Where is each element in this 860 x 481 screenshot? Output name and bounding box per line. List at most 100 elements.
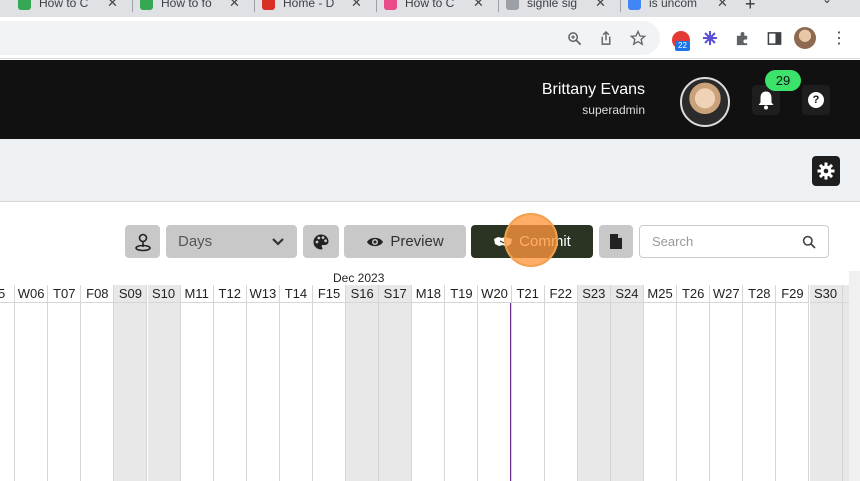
- calendar-day-column[interactable]: W13: [246, 285, 280, 481]
- calendar-day-label: 05: [0, 285, 15, 303]
- new-tab-button[interactable]: +: [745, 0, 756, 15]
- calendar-day-column[interactable]: M25: [644, 285, 678, 481]
- today-marker: [510, 303, 511, 481]
- calendar-day-label: W27: [710, 285, 743, 303]
- share-icon[interactable]: [595, 27, 617, 49]
- extensions-puzzle-icon[interactable]: [731, 27, 753, 49]
- calendar-day-column[interactable]: M18: [412, 285, 446, 481]
- browser-tab[interactable]: is uncom ✕: [628, 0, 728, 14]
- tab-close-icon[interactable]: ✕: [107, 0, 118, 11]
- palette-button[interactable]: [303, 225, 339, 258]
- search-input[interactable]: [640, 226, 790, 257]
- calendar-day-column[interactable]: S23: [577, 285, 611, 481]
- calendar-day-column[interactable]: S24: [610, 285, 644, 481]
- browser-tab[interactable]: How to C ✕: [384, 0, 484, 14]
- calendar-day-column[interactable]: T12: [213, 285, 247, 481]
- calendar-day-label: S16: [346, 285, 379, 303]
- bookmark-star-icon[interactable]: [627, 27, 649, 49]
- preview-button[interactable]: Preview: [344, 225, 466, 258]
- zoom-icon[interactable]: [563, 27, 585, 49]
- tab-title: How to C: [405, 0, 455, 10]
- tab-favicon-icon: [628, 0, 641, 10]
- browser-tab[interactable]: Home - D ✕: [262, 0, 362, 14]
- extension-badge-icon[interactable]: 22: [672, 31, 692, 51]
- calendar-day-label: F29: [776, 285, 809, 303]
- range-select[interactable]: Days: [166, 225, 297, 258]
- document-button[interactable]: [599, 225, 633, 258]
- document-icon: [610, 234, 622, 249]
- tab-separator: [132, 0, 133, 12]
- tab-close-icon[interactable]: ✕: [473, 0, 484, 11]
- calendar-day-column[interactable]: W20: [478, 285, 512, 481]
- calendar-day-column[interactable]: S30: [809, 285, 843, 481]
- calendar-day-column[interactable]: T21: [511, 285, 545, 481]
- calendar-day-label: M11: [180, 285, 213, 303]
- calendar-month-label: Dec 2023: [333, 271, 385, 285]
- calendar-day-column[interactable]: T28: [743, 285, 777, 481]
- location-pin-button[interactable]: [125, 225, 160, 258]
- calendar-day-label: T21: [511, 285, 544, 303]
- calendar-day-column[interactable]: F15: [313, 285, 347, 481]
- tab-close-icon[interactable]: ✕: [229, 0, 240, 11]
- calendar-day-column[interactable]: S09: [114, 285, 148, 481]
- calendar-day-column[interactable]: W06: [15, 285, 49, 481]
- browser-tab[interactable]: signle sig ✕: [506, 0, 606, 14]
- tab-favicon-icon: [384, 0, 397, 10]
- tab-favicon-icon: [506, 0, 519, 10]
- calendar-scrollbar[interactable]: [849, 271, 860, 481]
- calendar-day-label: T07: [48, 285, 81, 303]
- calendar-day-label: S23: [577, 285, 610, 303]
- browser-tab[interactable]: How to C ✕: [18, 0, 118, 14]
- search-icon[interactable]: [802, 235, 816, 249]
- extension-sparkle-icon[interactable]: [699, 27, 721, 49]
- calendar-day-column[interactable]: 05: [0, 285, 16, 481]
- calendar-day-column[interactable]: F22: [544, 285, 578, 481]
- calendar-day-column[interactable]: T26: [677, 285, 711, 481]
- user-role: superadmin: [582, 103, 645, 117]
- browser-tab[interactable]: How to fo ✕: [140, 0, 240, 14]
- tab-search-chevron-icon[interactable]: ⌄: [822, 0, 832, 6]
- calendar-day-column[interactable]: F29: [776, 285, 810, 481]
- map-pin-icon: [134, 233, 151, 251]
- address-bar[interactable]: [0, 21, 660, 55]
- chevron-down-icon: [272, 237, 284, 246]
- calendar-day-label: W13: [246, 285, 279, 303]
- tab-separator: [376, 0, 377, 12]
- calendar-day-label: T19: [445, 285, 478, 303]
- tab-separator: [620, 0, 621, 12]
- preview-label: Preview: [390, 233, 444, 250]
- tab-title: is uncom: [649, 0, 698, 10]
- calendar-grid: 05W06T07F08S09S10M11T12W13T14F15S16S17M1…: [0, 271, 860, 481]
- calendar-day-column[interactable]: T07: [48, 285, 82, 481]
- calendar-day-label: S10: [147, 285, 180, 303]
- bell-icon: [758, 91, 774, 110]
- calendar-day-column[interactable]: F08: [81, 285, 115, 481]
- tab-favicon-icon: [262, 0, 275, 10]
- browser-menu-icon[interactable]: ⋮: [828, 27, 850, 49]
- tab-close-icon[interactable]: ✕: [717, 0, 728, 11]
- browser-tab-strip: + ⌄ How to C✕How to fo✕Home - D✕How to C…: [0, 0, 860, 17]
- side-panel-icon[interactable]: [763, 27, 785, 49]
- sub-header: [0, 139, 860, 202]
- settings-button[interactable]: [812, 156, 840, 186]
- calendar-day-column[interactable]: S17: [379, 285, 413, 481]
- help-button[interactable]: ?: [802, 85, 830, 115]
- calendar-day-label: S17: [379, 285, 412, 303]
- profile-avatar-icon[interactable]: [794, 27, 816, 49]
- calendar-day-label: T12: [213, 285, 246, 303]
- tab-close-icon[interactable]: ✕: [595, 0, 606, 11]
- calendar-day-column[interactable]: S10: [147, 285, 181, 481]
- calendar-day-column[interactable]: M11: [180, 285, 214, 481]
- calendar-day-column[interactable]: S16: [346, 285, 380, 481]
- gear-icon: [817, 162, 835, 180]
- tab-favicon-icon: [18, 0, 31, 10]
- calendar-day-column[interactable]: W27: [710, 285, 744, 481]
- user-name: Brittany Evans: [541, 81, 645, 98]
- click-indicator: [504, 213, 558, 267]
- tab-close-icon[interactable]: ✕: [351, 0, 362, 11]
- tab-title: How to C: [39, 0, 89, 10]
- calendar-day-column[interactable]: T14: [279, 285, 313, 481]
- notification-count-badge: 29: [765, 70, 801, 91]
- calendar-day-column[interactable]: T19: [445, 285, 479, 481]
- user-avatar[interactable]: [680, 77, 730, 127]
